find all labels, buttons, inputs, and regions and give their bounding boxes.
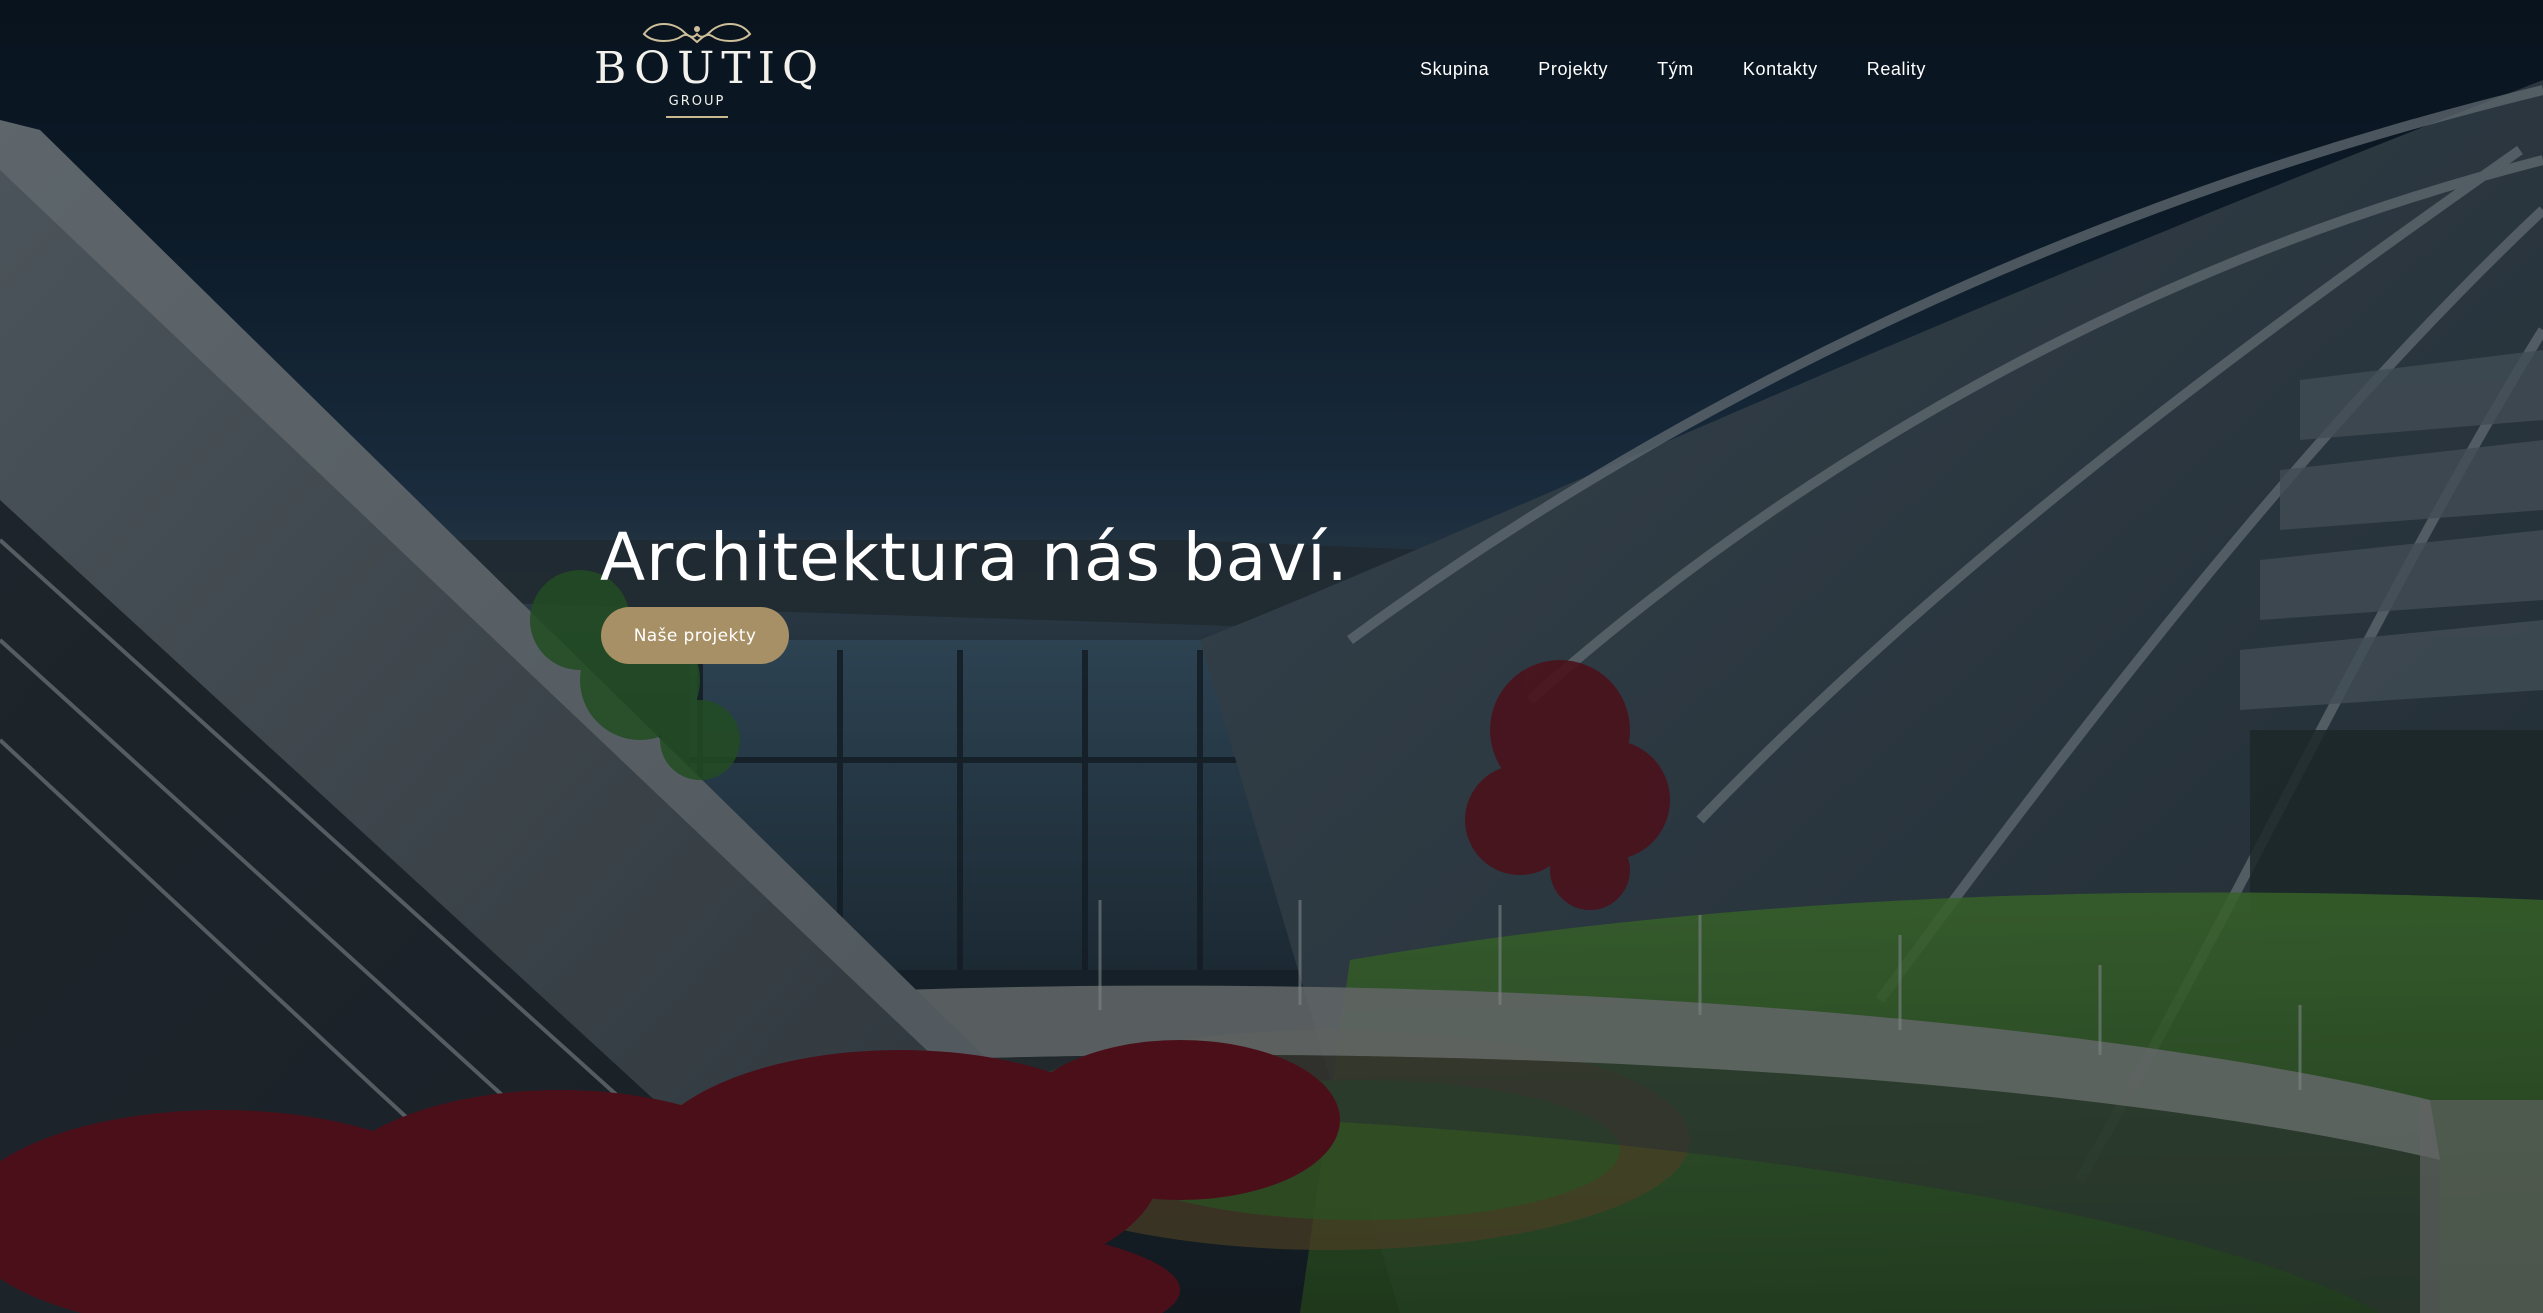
brand-wordmark: BOUTIQ: [594, 43, 826, 94]
nav-item-kontakty[interactable]: Kontakty: [1743, 56, 1818, 84]
main-nav: Skupina Projekty Tým Kontakty Reality: [1420, 56, 1926, 84]
hero-headline: Architektura nás baví.: [600, 519, 1349, 596]
nav-item-projekty[interactable]: Projekty: [1538, 56, 1608, 84]
brand-submark: GROUP: [668, 94, 726, 109]
hero-section: BOUTIQ GROUP Skupina Projekty Tým Kontak…: [0, 0, 2543, 1313]
brand-logo[interactable]: BOUTIQ GROUP: [594, 18, 826, 122]
nav-item-tym[interactable]: Tým: [1657, 56, 1694, 84]
hero-background-image: [0, 0, 2543, 1313]
our-projects-button[interactable]: Naše projekty: [601, 607, 789, 664]
site-header: BOUTIQ GROUP Skupina Projekty Tým Kontak…: [0, 0, 2543, 140]
nav-item-reality[interactable]: Reality: [1867, 56, 1926, 84]
nav-item-skupina[interactable]: Skupina: [1420, 56, 1489, 84]
brand-underline: [666, 116, 728, 118]
